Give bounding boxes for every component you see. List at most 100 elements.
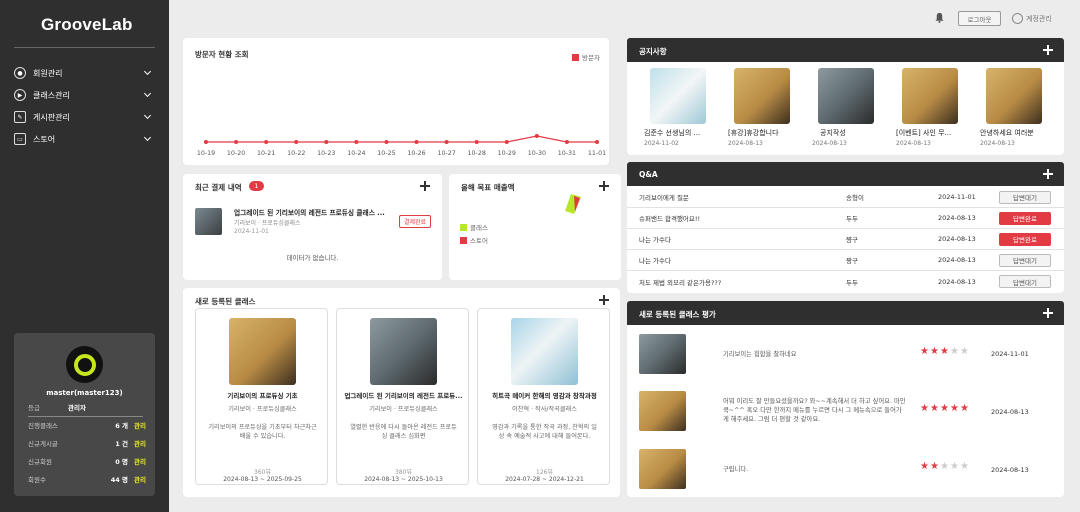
notice-title: [이벤트] 사인 무... <box>896 129 952 137</box>
sidebar-item-label: 회원관리 <box>33 68 63 78</box>
notice-date: 2024-08-13 <box>896 140 931 147</box>
sidebar-item-members[interactable]: ● 회원관리 <box>14 62 155 84</box>
review-rating: ★ ★ ★ ★ ★ <box>920 347 970 357</box>
notice-image <box>902 68 958 124</box>
data-point[interactable] <box>294 140 299 144</box>
qa-row[interactable]: 나는 가수다 쨩구 2024-08-13 답변완료 <box>627 229 1064 250</box>
play-icon: ▶ <box>14 89 26 101</box>
reviews-card: 새로 등록된 클래스 평가 기리보이는 힙합을 찰하네요 ★ ★ ★ ★ ★ 2024-… <box>627 301 1064 497</box>
qa-status-button[interactable]: 답변완료 <box>999 211 1051 225</box>
review-rating: ★ ★ ★ ★ ★ <box>920 404 970 414</box>
review-text: 기리보이는 힙합을 찰하네요 <box>723 351 797 358</box>
sidebar-menu: ● 회원관리 ▶ 클래스관리 ✎ 게시판관리 ▭ 스토어 <box>14 62 155 150</box>
brand-logo[interactable]: GrooveLab <box>41 15 133 35</box>
stat-manage-link[interactable]: 관리 <box>134 456 146 466</box>
data-point[interactable] <box>204 140 208 144</box>
stat-manage-link[interactable]: 관리 <box>134 438 146 448</box>
notices-title: 공지사항 <box>639 47 667 56</box>
notice-item[interactable]: 안녕하세요 여러분 2024-08-13 <box>980 68 1052 147</box>
data-point[interactable] <box>595 140 599 144</box>
star-filled-icon: ★ <box>930 403 939 414</box>
add-icon[interactable] <box>599 181 609 191</box>
recent-payments-card: 최근 결제 내역 1 업그레이드 된 기리보이의 레전드 프로듀싱 클래스 ..… <box>183 174 442 280</box>
qa-author: 쨩구 <box>846 236 858 244</box>
data-point[interactable] <box>534 134 539 138</box>
review-date: 2024-08-13 <box>991 408 1029 416</box>
class-author: 기리보이 · 프로듀싱클래스 <box>369 406 438 413</box>
star-filled-icon: ★ <box>940 403 949 414</box>
notice-item[interactable]: 김준수 선생님의 ... 2024-11-02 <box>644 68 716 147</box>
data-point[interactable] <box>444 140 449 144</box>
class-card[interactable]: 업그레이드 된 기리보이의 레전드 프로듀... 기리보이 · 프로듀싱클래스 … <box>336 308 469 485</box>
notice-item[interactable]: [휴강]휴강합니다 2024-08-13 <box>728 68 800 147</box>
qa-status-button[interactable]: 답변대기 <box>999 253 1051 267</box>
qa-date: 2024-08-13 <box>938 256 976 264</box>
data-point[interactable] <box>414 140 419 144</box>
payment-item-date: 2024-11-01 <box>234 228 269 235</box>
qa-row[interactable]: 나는 가수다 짱구 2024-08-13 답변대기 <box>627 250 1064 271</box>
payments-empty-text: 데이터가 없습니다. <box>286 254 339 262</box>
notice-image <box>986 68 1042 124</box>
data-point[interactable] <box>234 140 239 144</box>
qa-status-button[interactable]: 답변완료 <box>999 232 1051 246</box>
qa-author: 두두 <box>846 215 858 223</box>
add-icon[interactable] <box>1043 169 1053 179</box>
chevron-down-icon <box>143 133 152 142</box>
notice-date: 2024-08-13 <box>812 140 847 147</box>
stat-manage-link[interactable]: 관리 <box>134 474 146 484</box>
sidebar-item-boards[interactable]: ✎ 게시판관리 <box>14 106 155 128</box>
legend-label: 스토어 <box>470 237 488 245</box>
stat-row: 신규회원 0 명 관리 <box>28 456 146 466</box>
sidebar-item-classes[interactable]: ▶ 클래스관리 <box>14 84 155 106</box>
legend-label: 클래스 <box>470 224 488 232</box>
review-text: 구립니다. <box>723 466 749 473</box>
stat-manage-link[interactable]: 관리 <box>134 420 146 430</box>
class-image <box>370 318 437 385</box>
logout-button[interactable]: 로그아웃 <box>958 11 1001 26</box>
qa-row[interactable]: 슈퍼밴드 합격했어요!! 두두 2024-08-13 답변완료 <box>627 208 1064 229</box>
star-filled-icon: ★ <box>950 403 959 414</box>
data-point[interactable] <box>564 140 569 144</box>
qa-status-button[interactable]: 답변대기 <box>999 190 1051 204</box>
payment-item-title[interactable]: 업그레이드 된 기리보이의 레전드 프로듀싱 클래스 ... <box>234 207 391 217</box>
notice-date: 2024-08-13 <box>980 140 1015 147</box>
class-card[interactable]: 히트곡 메이커 한해의 영감과 창작과정 이찬혁 · 작사/작곡클래스 영감과 … <box>477 308 610 485</box>
data-point[interactable] <box>264 140 269 144</box>
x-tick-label: 10-19 <box>197 150 215 157</box>
class-image <box>229 318 296 385</box>
qa-row[interactable]: 기리보이에게 질문 송형이 2024-11-01 답변대기 <box>627 187 1064 208</box>
qa-status-button[interactable]: 답변대기 <box>999 275 1051 288</box>
class-period: 2024-08-13 ~ 2025-09-25 <box>223 476 302 483</box>
notice-date: 2024-08-13 <box>728 140 763 147</box>
data-point[interactable] <box>504 140 509 144</box>
class-period: 2024-07-28 ~ 2024-12-21 <box>505 476 584 483</box>
data-point[interactable] <box>474 140 479 144</box>
stat-value: 1 건 <box>115 440 129 448</box>
class-views: 360뷰 <box>254 469 271 476</box>
qa-row[interactable]: 처도 제법 외모리 같은가용??? 두두 2024-08-13 답변대기 <box>627 271 1064 292</box>
notice-item[interactable]: 공지작성 2024-08-13 <box>812 68 884 147</box>
class-card[interactable]: 기리보이의 프로듀싱 기초 기리보이 · 프로듀싱클래스 기리보이의 프로듀싱을… <box>195 308 328 485</box>
qa-date: 2024-08-13 <box>938 235 976 243</box>
notice-date: 2024-11-02 <box>644 140 679 147</box>
data-point[interactable] <box>354 140 359 144</box>
account-settings-link[interactable]: 계정관리 <box>1012 11 1052 26</box>
sidebar-item-label: 스토어 <box>33 134 56 144</box>
add-icon[interactable] <box>1043 45 1053 55</box>
add-icon[interactable] <box>599 295 609 305</box>
review-thumbnail <box>639 449 686 489</box>
payments-count-badge: 1 <box>249 181 264 191</box>
add-icon[interactable] <box>420 181 430 191</box>
stat-label: 신규회원 <box>28 458 52 466</box>
data-point[interactable] <box>324 140 329 144</box>
profile-grade: 등급 관리자 <box>28 402 143 417</box>
profile-card: master(master123) 등급 관리자 진행클래스 6 개 관리 신규… <box>14 333 155 496</box>
star-filled-icon: ★ <box>920 403 929 414</box>
data-point[interactable] <box>384 140 389 144</box>
class-description: 열렬한 반응에 다시 돌아온 레전드 프로듀싱 클래스 심화편 <box>350 424 457 440</box>
bell-icon[interactable] <box>934 12 945 23</box>
notice-title: 공지작성 <box>820 129 846 137</box>
sidebar-item-store[interactable]: ▭ 스토어 <box>14 128 155 150</box>
add-icon[interactable] <box>1043 308 1053 318</box>
notice-item[interactable]: [이벤트] 사인 무... 2024-08-13 <box>896 68 968 147</box>
